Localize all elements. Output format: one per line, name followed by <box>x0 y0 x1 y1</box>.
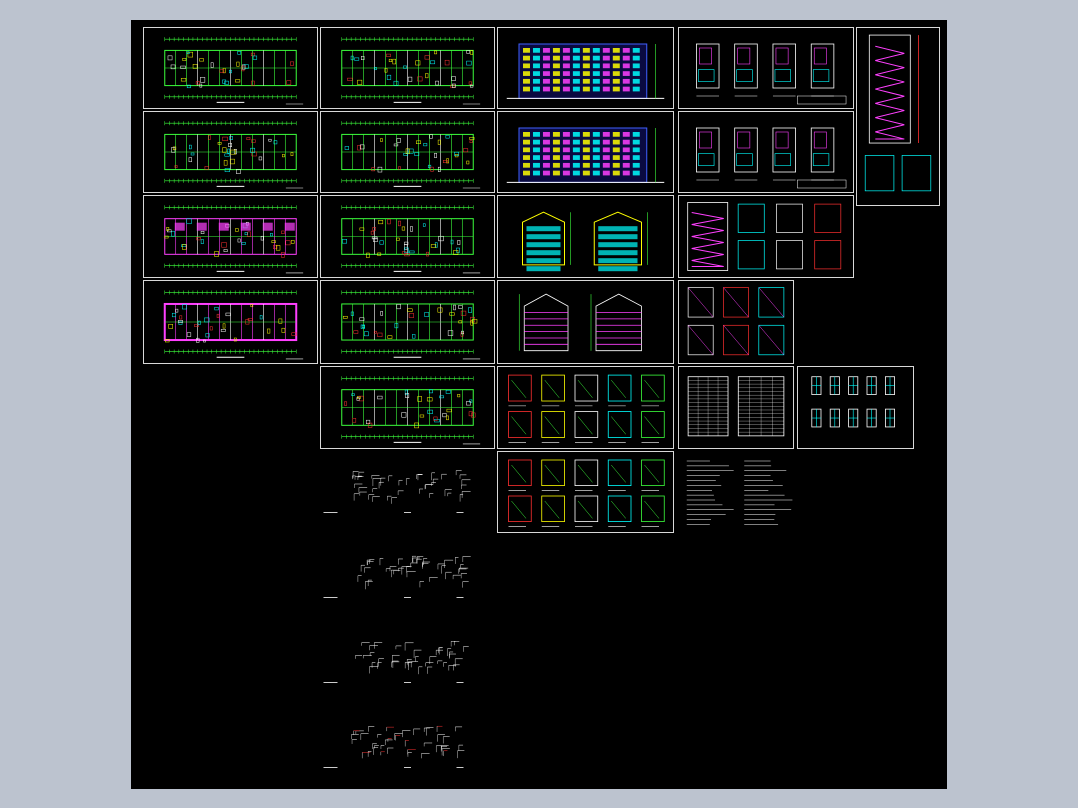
drawing-linework <box>164 205 304 274</box>
sheet-floor-plan-8[interactable] <box>320 280 495 364</box>
drawing-linework <box>687 202 842 271</box>
drawing-linework <box>695 127 847 189</box>
outline-plan-4[interactable] <box>320 715 495 785</box>
drawing-linework <box>164 121 304 189</box>
drawing-linework <box>687 287 785 356</box>
sheet-floor-plan-4[interactable] <box>143 280 318 364</box>
drawing-linework <box>341 37 481 105</box>
drawing-linework <box>506 43 665 99</box>
sheet-window-schedule[interactable] <box>797 366 914 449</box>
sheet-node-details[interactable] <box>678 280 794 364</box>
sheet-stair-section[interactable] <box>856 27 940 206</box>
drawing-linework <box>323 641 469 683</box>
sheet-floor-plan-3[interactable] <box>143 195 318 278</box>
drawing-linework <box>695 43 847 105</box>
drawing-linework <box>323 725 465 768</box>
sheet-floor-plan-2[interactable] <box>143 111 318 193</box>
sheet-detail-2[interactable] <box>497 451 674 533</box>
drawing-linework <box>341 290 481 360</box>
outline-plan-1[interactable] <box>320 460 495 530</box>
sheet-unit-plans-2[interactable] <box>678 111 854 193</box>
drawing-linework <box>522 211 648 272</box>
drawing-linework <box>341 121 481 189</box>
sheet-floor-plan-5[interactable] <box>320 27 495 109</box>
drawing-linework <box>341 376 481 445</box>
drawing-linework <box>508 374 665 443</box>
drawing-linework <box>811 376 896 428</box>
drawing-linework <box>508 459 665 527</box>
outline-plan-3[interactable] <box>320 630 495 700</box>
drawing-linework <box>164 37 304 105</box>
sheet-section[interactable] <box>497 280 674 364</box>
sheet-floor-plan-9[interactable] <box>320 366 495 449</box>
sheet-floor-plan-6[interactable] <box>320 111 495 193</box>
drawing-linework <box>506 127 665 183</box>
drawing-linework <box>687 376 785 437</box>
sheet-floor-plan-7[interactable] <box>320 195 495 278</box>
sheet-side-elevation[interactable] <box>497 195 674 278</box>
cad-drawing-canvas[interactable] <box>131 20 947 789</box>
outline-plan-2[interactable] <box>320 545 495 615</box>
drawing-linework <box>163 290 304 360</box>
sheet-elevation-2[interactable] <box>497 111 674 193</box>
drawing-linework <box>323 470 471 513</box>
sheet-schedule-tables[interactable] <box>678 366 794 449</box>
sheet-stair-details[interactable] <box>678 195 854 278</box>
sheet-detail-1[interactable] <box>497 366 674 449</box>
drawing-linework <box>686 460 793 525</box>
sheet-unit-plans-1[interactable] <box>678 27 854 109</box>
drawing-linework <box>341 205 481 274</box>
drawing-linework <box>518 293 642 352</box>
sheet-floor-plan-1[interactable] <box>143 27 318 109</box>
sheet-elevation-1[interactable] <box>497 27 674 109</box>
drawing-linework <box>864 34 932 192</box>
design-notes-block[interactable] <box>681 455 796 530</box>
drawing-linework <box>323 555 471 598</box>
